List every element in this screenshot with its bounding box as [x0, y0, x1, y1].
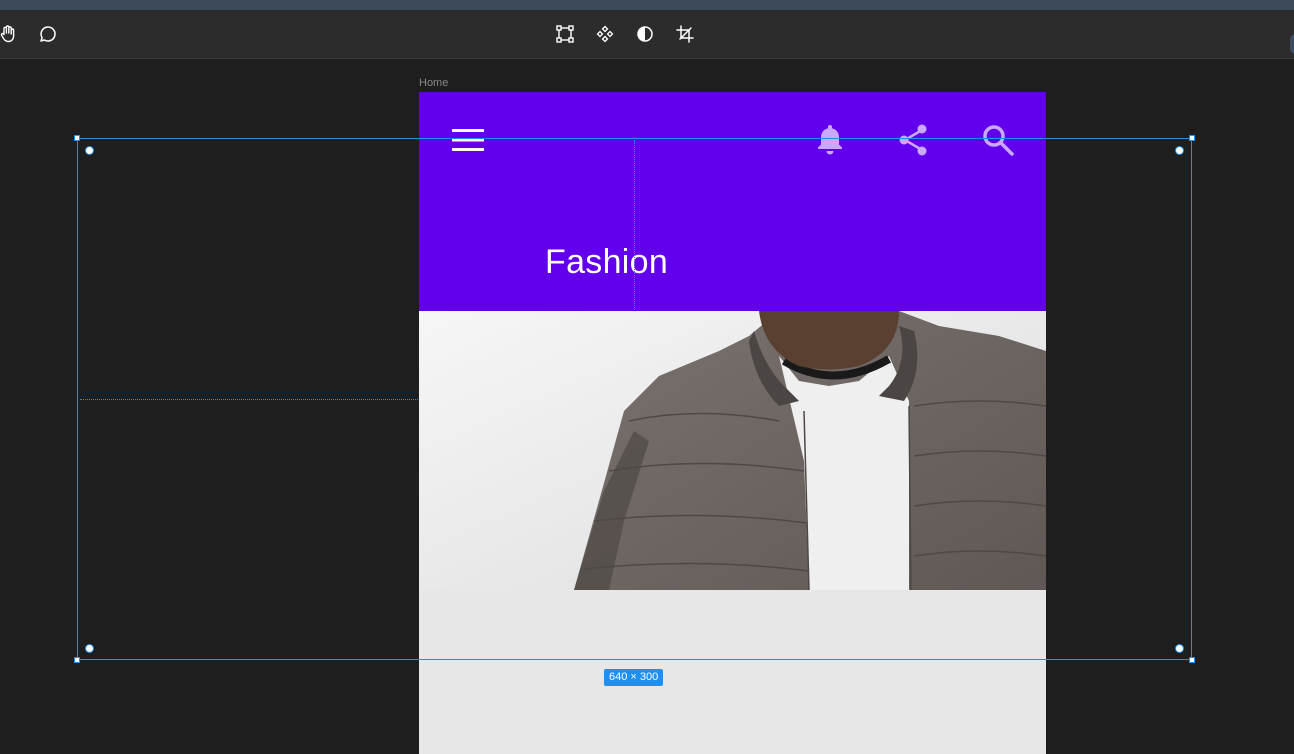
page-title: Fashion — [545, 243, 669, 281]
resize-handle-bottom-left[interactable] — [74, 657, 80, 663]
home-frame[interactable]: Fashion — [419, 92, 1046, 754]
share-icon[interactable] — [896, 122, 932, 158]
toolbar-edge-indicator — [1290, 34, 1294, 54]
hand-icon[interactable] — [0, 22, 20, 46]
comment-icon[interactable] — [36, 22, 60, 46]
crop-icon[interactable] — [673, 22, 697, 46]
resize-handle-bottom-right[interactable] — [1189, 657, 1195, 663]
hero-image — [419, 311, 1046, 590]
resize-handle-top-left[interactable] — [74, 135, 80, 141]
measurement-guide-vertical — [634, 140, 635, 310]
app-bar: Fashion — [419, 92, 1046, 311]
corner-radius-handle-top-right[interactable] — [1175, 146, 1184, 155]
menu-icon[interactable] — [450, 122, 486, 158]
frame-select-icon[interactable] — [553, 22, 577, 46]
frame-label[interactable]: Home — [419, 77, 448, 89]
window-top-strip — [0, 0, 1294, 10]
corner-radius-handle-bottom-left[interactable] — [85, 644, 94, 653]
editor-toolbar — [0, 10, 1294, 59]
search-icon[interactable] — [980, 122, 1016, 158]
bell-icon[interactable] — [812, 122, 848, 158]
corner-radius-handle-top-left[interactable] — [85, 146, 94, 155]
resize-handle-top-right[interactable] — [1189, 135, 1195, 141]
component-icon[interactable] — [593, 22, 617, 46]
contrast-icon[interactable] — [633, 22, 657, 46]
measurement-guide-horizontal — [80, 399, 418, 400]
selection-size-badge: 640 × 300 — [604, 669, 664, 686]
corner-radius-handle-bottom-right[interactable] — [1175, 644, 1184, 653]
